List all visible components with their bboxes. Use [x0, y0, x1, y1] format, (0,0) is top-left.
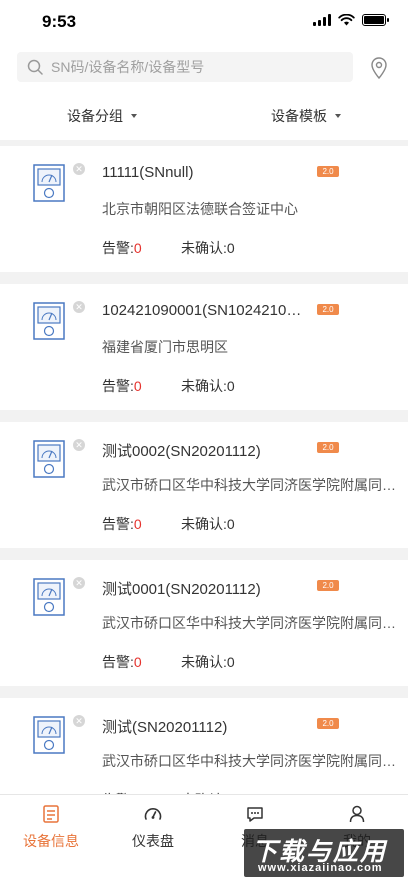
- unconfirmed-count: 未确认:0: [181, 240, 235, 256]
- alarm-count: 告警:0: [102, 240, 142, 256]
- device-template-filter[interactable]: 设备模板: [271, 106, 341, 126]
- alarm-count: 告警:0: [102, 378, 142, 394]
- meter-device-icon: [33, 302, 65, 340]
- remove-icon[interactable]: ✕: [73, 439, 85, 451]
- status-icons: [313, 14, 389, 26]
- unconfirmed-count: 未确认:0: [181, 516, 235, 532]
- device-group-label: 设备分组: [67, 108, 123, 124]
- unconfirmed-count: 未确认:0: [181, 378, 235, 394]
- site-watermark: 下载与应用 www.xiazaiinao.com: [244, 829, 404, 877]
- version-badge: 2.0: [317, 442, 339, 453]
- device-name: 测试0001(SN20201112): [102, 581, 261, 598]
- device-name: 11111(SNnull): [102, 164, 194, 181]
- message-icon: [247, 806, 263, 822]
- device-card[interactable]: ✕ 测试0002(SN20201112) 2.0 武汉市硚口区华中科技大学同济医…: [0, 422, 408, 548]
- alarm-count: 告警:0: [102, 516, 142, 532]
- tab-dashboard[interactable]: 仪表盘: [102, 803, 204, 851]
- device-group-filter[interactable]: 设备分组: [67, 106, 137, 126]
- search-icon: [27, 59, 43, 75]
- version-badge: 2.0: [317, 580, 339, 591]
- caret-down-icon: [131, 114, 137, 118]
- remove-icon[interactable]: ✕: [73, 163, 85, 175]
- app-screen: 9:53 SN码/设备名称/设备型号 设备分组 设备模板 ✕ 11111(SNn…: [0, 0, 408, 883]
- version-badge: 2.0: [317, 304, 339, 315]
- remove-icon[interactable]: ✕: [73, 301, 85, 313]
- tab-bar: 设备信息 仪表盘 消息: [0, 794, 408, 883]
- device-card[interactable]: ✕ 102421090001(SN1024210900... 2.0 福建省厦门…: [0, 284, 408, 410]
- meter-device-icon: [33, 578, 65, 616]
- search-bar: [0, 46, 408, 92]
- device-name: 102421090001(SN1024210900...: [102, 302, 307, 319]
- device-info-icon: [43, 805, 59, 823]
- meter-device-icon: [33, 716, 65, 754]
- dashboard-icon: [144, 808, 162, 820]
- meter-device-icon: [33, 440, 65, 478]
- search-box[interactable]: [17, 52, 353, 82]
- device-address: 武汉市硚口区华中科技大学同济医学院附属同济医院: [102, 477, 398, 493]
- status-bar: 9:53: [0, 0, 408, 46]
- search-input[interactable]: [51, 59, 341, 75]
- remove-icon[interactable]: ✕: [73, 715, 85, 727]
- watermark-sub: www.xiazaiinao.com: [258, 862, 383, 874]
- wifi-icon: [338, 14, 355, 26]
- device-address: 武汉市硚口区华中科技大学同济医学院附属同济医院: [102, 615, 398, 631]
- tab-label: 设备信息: [23, 833, 79, 849]
- caret-down-icon: [335, 114, 341, 118]
- device-address: 福建省厦门市思明区: [102, 339, 228, 355]
- device-name: 测试(SN20201112): [102, 719, 228, 736]
- location-button[interactable]: [366, 54, 392, 82]
- location-pin-icon: [371, 57, 387, 79]
- device-card[interactable]: ✕ 11111(SNnull) 2.0 北京市朝阳区法德联合签证中心 告警:0 …: [0, 146, 408, 272]
- alarm-count: 告警:0: [102, 654, 142, 670]
- cellular-signal-icon: [313, 14, 331, 26]
- user-icon: [349, 805, 365, 823]
- device-list: ✕ 11111(SNnull) 2.0 北京市朝阳区法德联合签证中心 告警:0 …: [0, 146, 408, 836]
- version-badge: 2.0: [317, 718, 339, 729]
- device-address: 北京市朝阳区法德联合签证中心: [102, 201, 298, 217]
- device-card[interactable]: ✕ 测试0001(SN20201112) 2.0 武汉市硚口区华中科技大学同济医…: [0, 560, 408, 686]
- device-name: 测试0002(SN20201112): [102, 443, 261, 460]
- device-address: 武汉市硚口区华中科技大学同济医学院附属同济医院: [102, 753, 398, 769]
- unconfirmed-count: 未确认:0: [181, 654, 235, 670]
- tab-label: 仪表盘: [132, 833, 174, 849]
- meter-device-icon: [33, 164, 65, 202]
- version-badge: 2.0: [317, 166, 339, 177]
- status-time: 9:53: [42, 12, 77, 31]
- battery-icon: [362, 14, 389, 26]
- tab-device-info[interactable]: 设备信息: [0, 803, 102, 851]
- remove-icon[interactable]: ✕: [73, 577, 85, 589]
- filter-bar: 设备分组 设备模板: [0, 92, 408, 140]
- device-template-label: 设备模板: [271, 108, 327, 124]
